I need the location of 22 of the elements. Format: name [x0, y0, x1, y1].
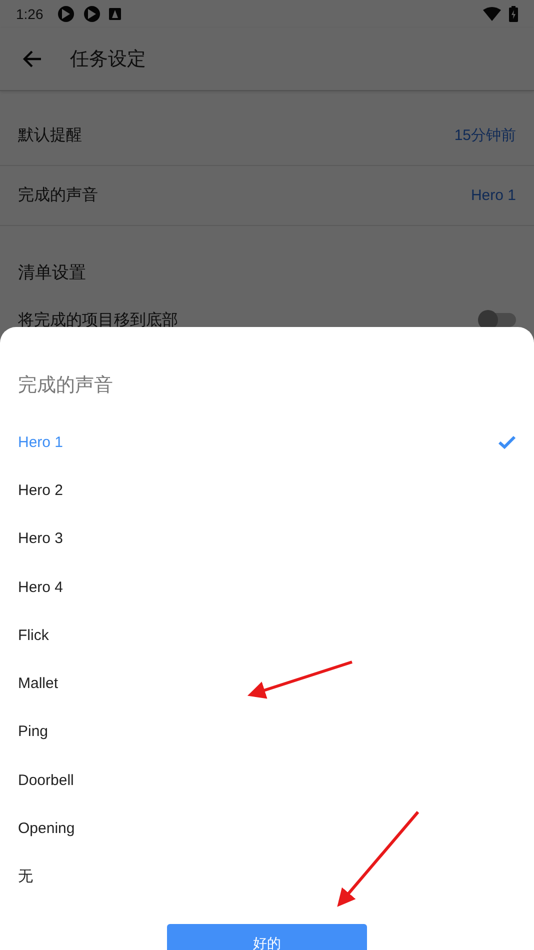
section-title: 清单设置 [17, 262, 87, 284]
notification-icon [57, 5, 76, 23]
sound-option[interactable]: Flick [0, 611, 534, 660]
battery-icon [509, 6, 518, 22]
sound-option[interactable]: Ping [0, 708, 534, 756]
screen-title: 任务设定 [70, 48, 146, 72]
sound-option[interactable]: Hero 4 [0, 562, 534, 612]
sheet-title: 完成的声音 [17, 374, 114, 398]
wifi-icon [483, 7, 501, 21]
notification-icon [109, 8, 122, 20]
toggle-switch[interactable] [480, 313, 516, 327]
sound-option[interactable]: Doorbell [0, 756, 534, 804]
sound-option[interactable]: 无 [0, 852, 534, 901]
status-time: 1:26 [16, 6, 44, 22]
sound-option[interactable]: Opening [0, 804, 534, 853]
back-icon[interactable] [22, 50, 42, 68]
check-icon [498, 435, 516, 450]
sound-option[interactable]: Hero 3 [0, 514, 534, 563]
sound-option[interactable]: Mallet [0, 659, 534, 708]
sound-option[interactable]: Hero 2 [0, 466, 534, 515]
setting-label: 将完成的项目移到底部 [18, 310, 178, 330]
notification-icon [83, 5, 102, 23]
